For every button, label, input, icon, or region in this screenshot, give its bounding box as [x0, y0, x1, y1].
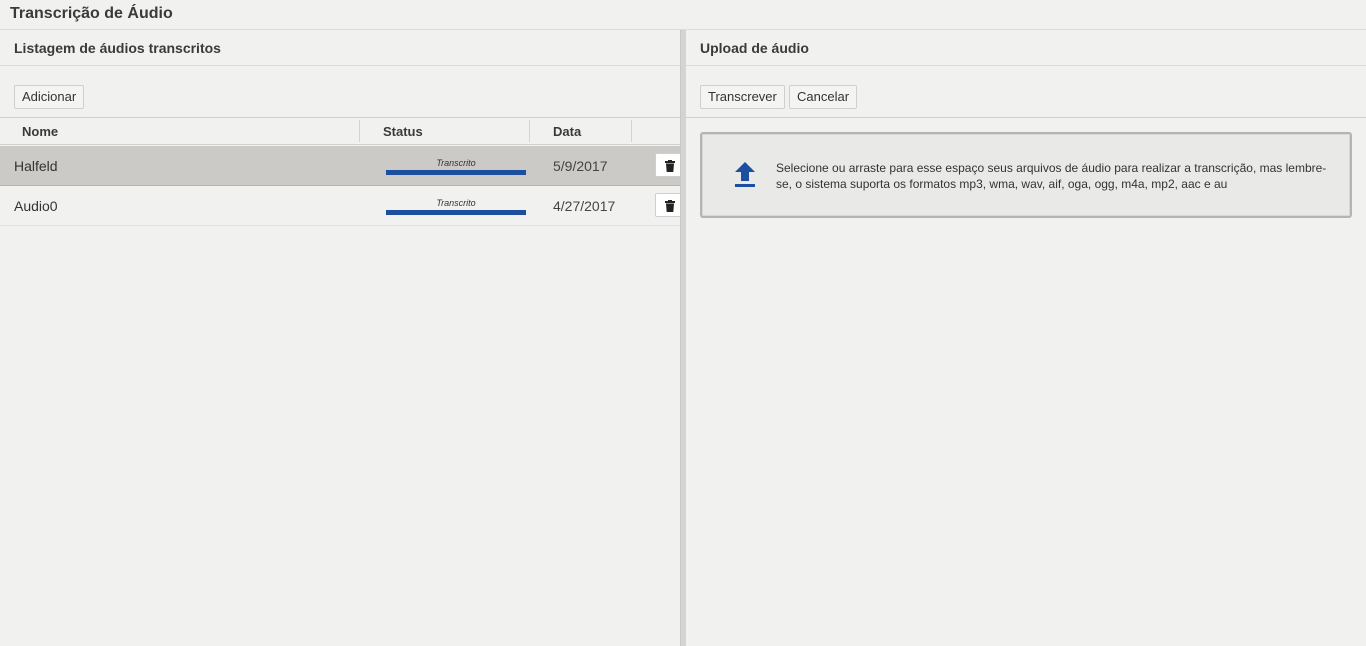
divider: [686, 65, 1366, 66]
column-header-name[interactable]: Nome: [22, 118, 58, 145]
progress-fill: [386, 170, 526, 175]
trash-icon: [665, 200, 675, 212]
panel-title: Listagem de áudios transcritos: [14, 40, 221, 56]
column-header-date[interactable]: Data: [553, 118, 581, 145]
delete-button[interactable]: [655, 153, 683, 177]
app-header: Transcrição de Áudio: [0, 0, 1366, 30]
status-label: Transcrito: [436, 158, 476, 168]
app-title: Transcrição de Áudio: [10, 5, 173, 22]
cell-name: Audio0: [14, 198, 58, 214]
status-progress: Transcrito: [386, 193, 526, 217]
grid-header: Nome Status Data: [0, 118, 680, 145]
divider: [686, 117, 1366, 118]
column-divider[interactable]: [359, 120, 360, 142]
column-header-status[interactable]: Status: [383, 118, 423, 145]
status-label: Transcrito: [436, 198, 476, 208]
add-button[interactable]: Adicionar: [14, 85, 85, 109]
cell-name: Halfeld: [14, 158, 58, 174]
column-divider[interactable]: [529, 120, 530, 142]
table-row[interactable]: Halfeld Transcrito 5/9/2017: [0, 146, 683, 186]
upload-icon: [735, 162, 755, 187]
cell-date: 5/9/2017: [553, 158, 608, 174]
progress-track: [386, 210, 526, 215]
file-dropzone[interactable]: Selecione ou arraste para esse espaço se…: [700, 132, 1352, 218]
trash-icon: [665, 160, 675, 172]
dropzone-instructions: Selecione ou arraste para esse espaço se…: [776, 161, 1327, 191]
status-progress: Transcrito: [386, 153, 526, 177]
upload-panel: Upload de áudio Transcrever Cancelar Sel…: [686, 30, 1366, 646]
cancel-button[interactable]: Cancelar: [789, 85, 858, 109]
panel-title: Upload de áudio: [700, 40, 809, 56]
table-row[interactable]: Audio0 Transcrito 4/27/2017: [0, 186, 683, 226]
audio-list-panel: Listagem de áudios transcritos Adicionar…: [0, 30, 683, 646]
progress-track: [386, 170, 526, 175]
delete-button[interactable]: [655, 193, 683, 217]
transcribe-button[interactable]: Transcrever: [700, 85, 785, 109]
cell-date: 4/27/2017: [553, 198, 616, 214]
progress-fill: [386, 210, 526, 215]
divider: [0, 65, 680, 66]
column-divider[interactable]: [631, 120, 632, 142]
